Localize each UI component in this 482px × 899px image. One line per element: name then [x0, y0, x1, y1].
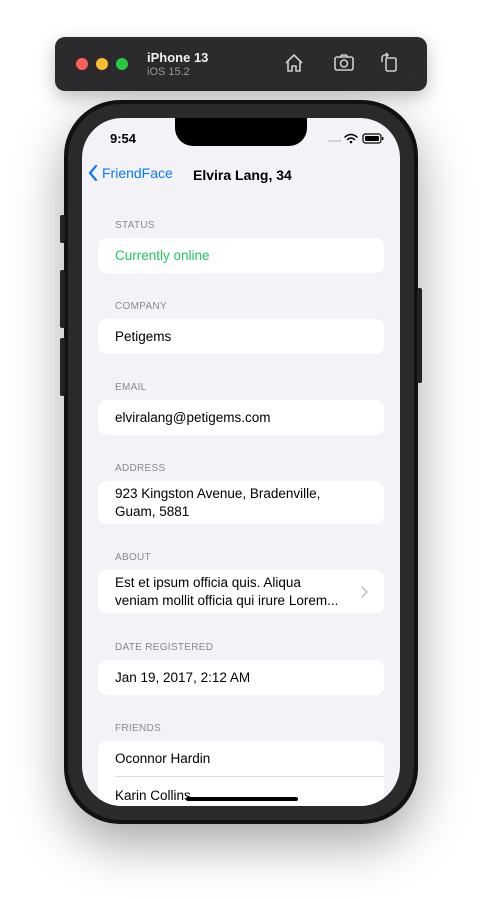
friend-item[interactable]: Oconnor Hardin — [115, 751, 210, 766]
status-icons — [328, 131, 386, 144]
home-icon[interactable] — [283, 52, 305, 74]
zoom-window-button[interactable] — [116, 58, 128, 70]
chevron-left-icon — [88, 165, 98, 181]
mute-switch — [60, 215, 65, 243]
address-line2: Guam, 5881 — [115, 504, 190, 519]
cellular-signal-icon — [328, 140, 341, 142]
date-registered-card: Jan 19, 2017, 2:12 AM — [98, 660, 384, 695]
power-button — [417, 288, 422, 383]
notch — [175, 118, 307, 146]
chevron-right-icon — [361, 586, 368, 598]
volume-up-button — [60, 270, 65, 328]
friend-item[interactable]: Karin Collins — [115, 788, 191, 803]
email-card: elviralang@petigems.com — [98, 400, 384, 435]
rotate-icon[interactable] — [378, 52, 400, 74]
close-window-button[interactable] — [76, 58, 88, 70]
home-indicator[interactable] — [186, 797, 298, 801]
status-time: 9:54 — [110, 131, 137, 146]
minimize-window-button[interactable] — [96, 58, 108, 70]
date-registered-header: DATE REGISTERED — [115, 642, 214, 653]
about-line1: Est et ipsum officia quis. Aliqua — [115, 575, 301, 590]
company-card: Petigems — [98, 319, 384, 354]
status-header: STATUS — [115, 220, 155, 231]
back-label: FriendFace — [102, 165, 173, 181]
company-value: Petigems — [115, 329, 172, 344]
address-card: 923 Kingston Avenue, Bradenville, Guam, … — [98, 481, 384, 524]
friends-header: FRIENDS — [115, 723, 161, 734]
os-version: iOS 15.2 — [147, 66, 190, 78]
nav-title: Elvira Lang, 34 — [193, 167, 292, 183]
device-name: iPhone 13 — [147, 50, 209, 65]
phone-screen: 9:54 FriendFace Elvira Lang, 34 STATUS C… — [82, 118, 400, 806]
screenshot-icon[interactable] — [333, 52, 355, 74]
volume-down-button — [60, 338, 65, 396]
about-card[interactable]: Est et ipsum officia quis. Aliqua veniam… — [98, 570, 384, 613]
status-value: Currently online — [115, 248, 210, 263]
wifi-icon — [344, 133, 358, 141]
about-line2: veniam mollit officia qui irure Lorem... — [115, 593, 339, 608]
battery-icon — [362, 133, 384, 144]
date-registered-value: Jan 19, 2017, 2:12 AM — [115, 670, 251, 685]
status-card: Currently online — [98, 238, 384, 273]
back-button[interactable]: FriendFace — [88, 165, 173, 181]
email-value: elviralang@petigems.com — [115, 410, 271, 425]
simulator-toolbar — [55, 37, 427, 91]
list-divider — [115, 776, 384, 777]
company-header: COMPANY — [115, 301, 167, 312]
address-header: ADDRESS — [115, 463, 166, 474]
address-line1: 923 Kingston Avenue, Bradenville, — [115, 486, 321, 501]
about-header: ABOUT — [115, 552, 151, 563]
email-header: EMAIL — [115, 382, 147, 393]
